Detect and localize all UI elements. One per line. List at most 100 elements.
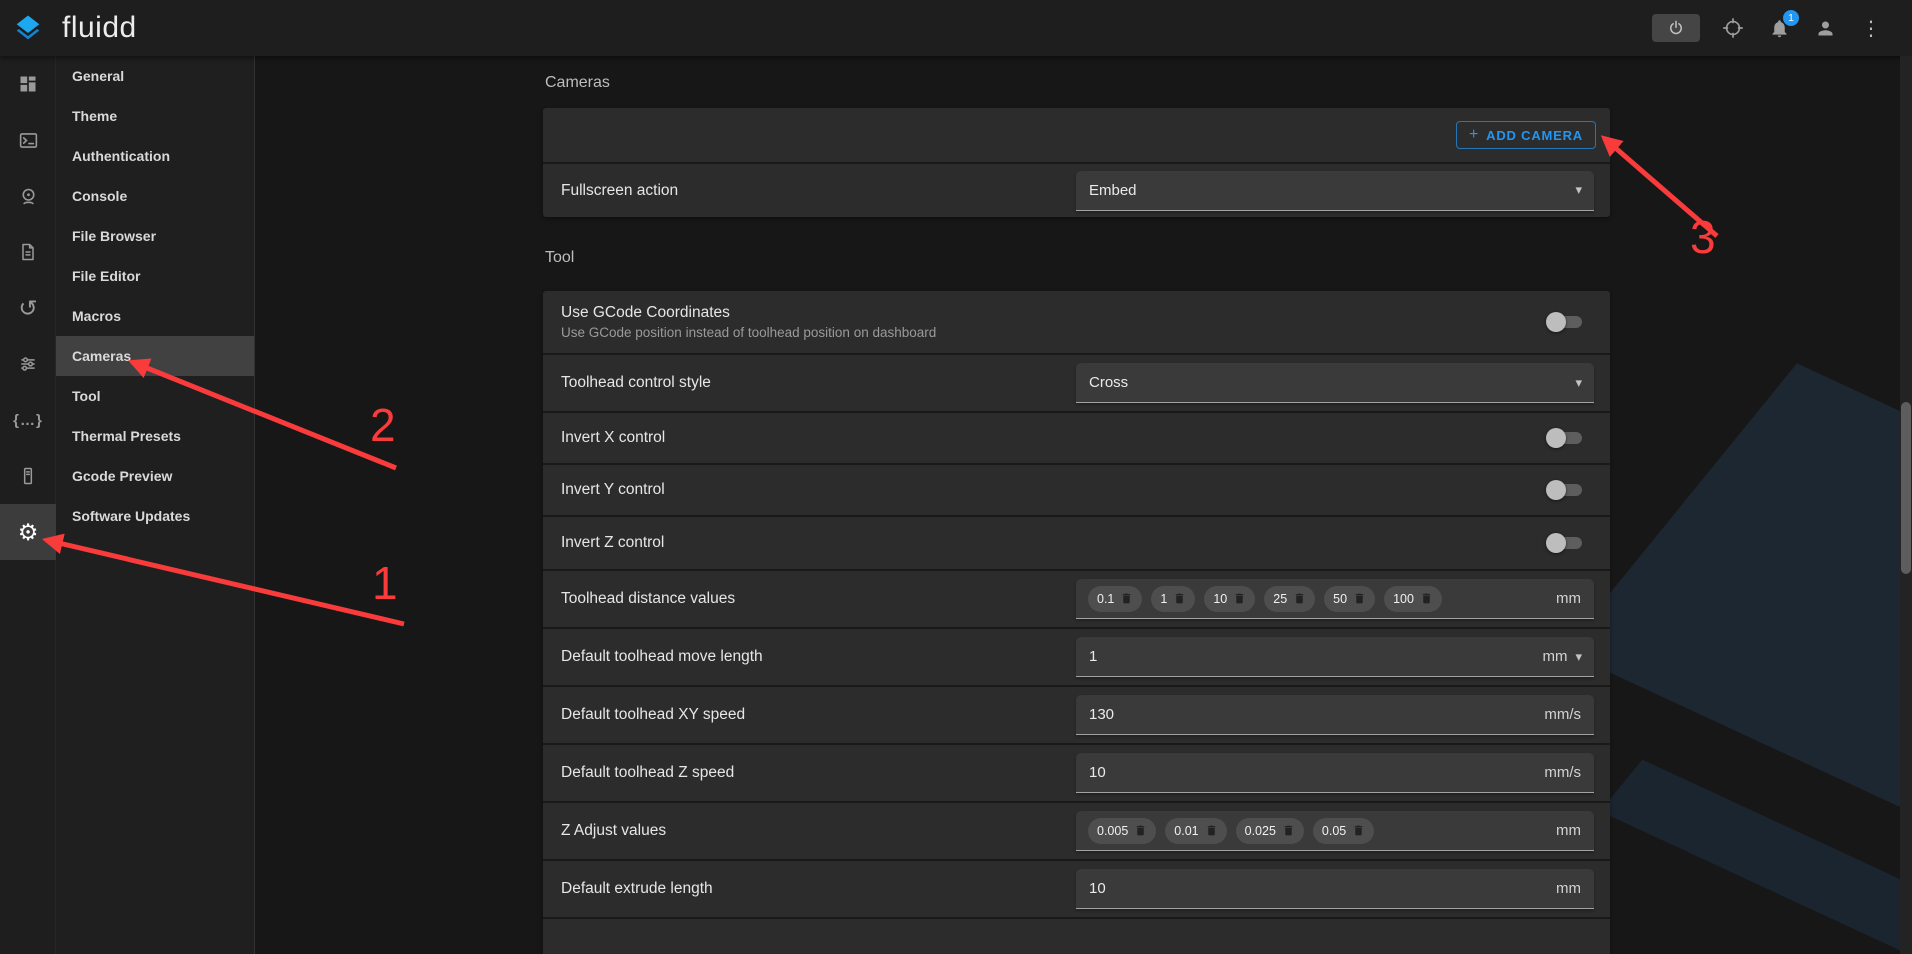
trash-icon[interactable] (1120, 592, 1133, 605)
tune-icon (18, 354, 38, 374)
sidebar-item-cameras[interactable]: Cameras (56, 336, 254, 376)
rail-item-history[interactable]: ↺ (0, 280, 56, 336)
z-adjust-values-row: Z Adjust values 0.005 0.01 0.025 0.05 mm (543, 801, 1610, 859)
fluidd-logo-icon[interactable] (0, 13, 56, 43)
z-adjust-chip[interactable]: 0.025 (1236, 818, 1304, 844)
scrollbar-track[interactable] (1900, 56, 1912, 954)
rail-item-system[interactable] (0, 448, 56, 504)
z-adjust-values-field[interactable]: 0.005 0.01 0.025 0.05 mm (1076, 811, 1594, 851)
toolhead-distance-values-field[interactable]: 0.1 1 10 25 50 100 mm (1076, 579, 1594, 619)
sidebar-item-console[interactable]: Console (56, 176, 254, 216)
app-title: fluidd (62, 11, 137, 45)
z-adjust-chip[interactable]: 0.05 (1313, 818, 1374, 844)
notifications-bell-icon[interactable]: 1 (1766, 15, 1792, 41)
sidebar-item-authentication[interactable]: Authentication (56, 136, 254, 176)
printer-column-icon (18, 466, 38, 486)
unit-label: mm (1542, 648, 1567, 665)
z-adjust-chip[interactable]: 0.01 (1165, 818, 1226, 844)
trash-icon[interactable] (1353, 592, 1366, 605)
sidebar-item-macros[interactable]: Macros (56, 296, 254, 336)
console-icon (18, 130, 39, 151)
fullscreen-action-row: Fullscreen action Embed ▾ (543, 162, 1610, 217)
unit-label: mm (1556, 880, 1594, 897)
rail-item-dashboard[interactable] (0, 56, 56, 112)
user-icon[interactable] (1812, 15, 1838, 41)
sidebar-item-gcode-preview[interactable]: Gcode Preview (56, 456, 254, 496)
cameras-section-title: Cameras (545, 74, 1608, 94)
invert-z-toggle[interactable] (1546, 533, 1584, 553)
rail-item-tune[interactable] (0, 336, 56, 392)
fullscreen-action-select[interactable]: Embed ▾ (1076, 171, 1594, 211)
sidebar-item-file-browser[interactable]: File Browser (56, 216, 254, 256)
invert-x-control-row: Invert X control (543, 411, 1610, 463)
trash-icon[interactable] (1293, 592, 1306, 605)
sidebar-item-software-updates[interactable]: Software Updates (56, 496, 254, 536)
unit-label: mm (1556, 822, 1594, 839)
settings-row-partial (543, 917, 1610, 954)
use-gcode-coordinates-toggle[interactable] (1546, 312, 1584, 332)
gear-icon: ⚙ (18, 521, 39, 544)
toolhead-control-style-row: Toolhead control style Cross ▾ (543, 353, 1610, 411)
trash-icon[interactable] (1233, 592, 1246, 605)
default-toolhead-xy-speed-input[interactable]: 130 mm/s (1076, 695, 1594, 735)
emergency-stop-button[interactable] (1652, 14, 1700, 42)
host-target-icon[interactable] (1720, 15, 1746, 41)
add-camera-button[interactable]: + ADD CAMERA (1456, 121, 1596, 149)
rail-item-settings[interactable]: ⚙ (0, 504, 56, 560)
row-label: Invert X control (561, 429, 1076, 447)
power-icon (1667, 19, 1685, 37)
trash-icon[interactable] (1134, 824, 1147, 837)
chevron-down-icon: ▾ (1575, 182, 1594, 198)
scrollbar-thumb[interactable] (1901, 402, 1911, 574)
app-bar-actions: 1 ⋮ (1652, 0, 1884, 56)
trash-icon[interactable] (1173, 592, 1186, 605)
invert-y-control-row: Invert Y control (543, 463, 1610, 515)
trash-icon[interactable] (1282, 824, 1295, 837)
default-toolhead-move-length-input[interactable]: 1 mm ▾ (1076, 637, 1594, 677)
sidebar-item-general[interactable]: General (56, 56, 254, 96)
overflow-menu-icon[interactable]: ⋮ (1858, 15, 1884, 41)
icon-rail: ↺ {…} ⚙ (0, 56, 56, 954)
settings-content: Cameras + ADD CAMERA Fullscreen action E… (543, 56, 1610, 954)
chevron-down-icon[interactable]: ▾ (1575, 649, 1582, 665)
distance-chip[interactable]: 10 (1204, 586, 1255, 612)
rail-item-jobs[interactable] (0, 224, 56, 280)
add-camera-label: ADD CAMERA (1486, 128, 1583, 143)
unit-label: mm (1556, 590, 1594, 607)
unit-label: mm/s (1544, 706, 1594, 723)
default-toolhead-z-speed-input[interactable]: 10 mm/s (1076, 753, 1594, 793)
invert-y-toggle[interactable] (1546, 480, 1584, 500)
tool-section-title: Tool (545, 249, 1608, 269)
notification-badge: 1 (1783, 10, 1799, 26)
sidebar-item-file-editor[interactable]: File Editor (56, 256, 254, 296)
sidebar-item-thermal-presets[interactable]: Thermal Presets (56, 416, 254, 456)
toolhead-control-style-select[interactable]: Cross ▾ (1076, 363, 1594, 403)
add-camera-row: + ADD CAMERA (543, 108, 1610, 162)
row-label: Default toolhead XY speed (561, 706, 1076, 724)
distance-chip[interactable]: 1 (1151, 586, 1195, 612)
distance-chip[interactable]: 50 (1324, 586, 1375, 612)
trash-icon[interactable] (1352, 824, 1365, 837)
distance-chip[interactable]: 0.1 (1088, 586, 1142, 612)
row-label: Toolhead distance values (561, 590, 1076, 608)
sidebar-item-theme[interactable]: Theme (56, 96, 254, 136)
trash-icon[interactable] (1205, 824, 1218, 837)
sidebar-item-tool[interactable]: Tool (56, 376, 254, 416)
rail-item-camera[interactable] (0, 168, 56, 224)
invert-x-toggle[interactable] (1546, 428, 1584, 448)
app-bar: fluidd 1 ⋮ (0, 0, 1912, 56)
use-gcode-coordinates-row: Use GCode Coordinates Use GCode position… (543, 291, 1610, 353)
plus-icon: + (1469, 126, 1479, 144)
distance-chip[interactable]: 100 (1384, 586, 1442, 612)
row-label: Z Adjust values (561, 822, 1076, 840)
z-adjust-chip[interactable]: 0.005 (1088, 818, 1156, 844)
distance-chip[interactable]: 25 (1264, 586, 1315, 612)
default-extrude-length-input[interactable]: 10 mm (1076, 869, 1594, 909)
rail-item-macros[interactable]: {…} (0, 392, 56, 448)
rail-item-console[interactable] (0, 112, 56, 168)
history-icon: ↺ (18, 297, 37, 320)
trash-icon[interactable] (1420, 592, 1433, 605)
settings-sidebar: General Theme Authentication Console Fil… (56, 56, 255, 954)
row-label: Default extrude length (561, 880, 1076, 898)
toolhead-distance-values-row: Toolhead distance values 0.1 1 10 25 50 … (543, 569, 1610, 627)
